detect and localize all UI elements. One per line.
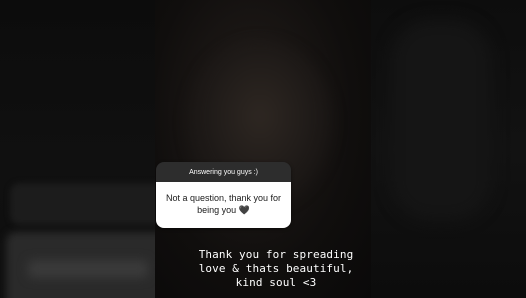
blurred-background-left (0, 0, 155, 298)
blurred-sticker-header-reflection (10, 183, 155, 225)
story-frame[interactable]: Answering you guys :) Not a question, th… (155, 0, 371, 298)
blurred-shape-reflection (391, 20, 491, 220)
question-sticker-header: Answering you guys :) (156, 162, 291, 182)
question-sticker-text: Not a question, thank you for being you … (156, 182, 291, 228)
story-viewer: Answering you guys :) Not a question, th… (0, 0, 526, 298)
question-sticker[interactable]: Answering you guys :) Not a question, th… (156, 162, 291, 228)
story-caption: Thank you for spreading love & thats bea… (198, 248, 354, 289)
blurred-text-reflection (28, 260, 148, 278)
blurred-background-right (371, 0, 526, 298)
